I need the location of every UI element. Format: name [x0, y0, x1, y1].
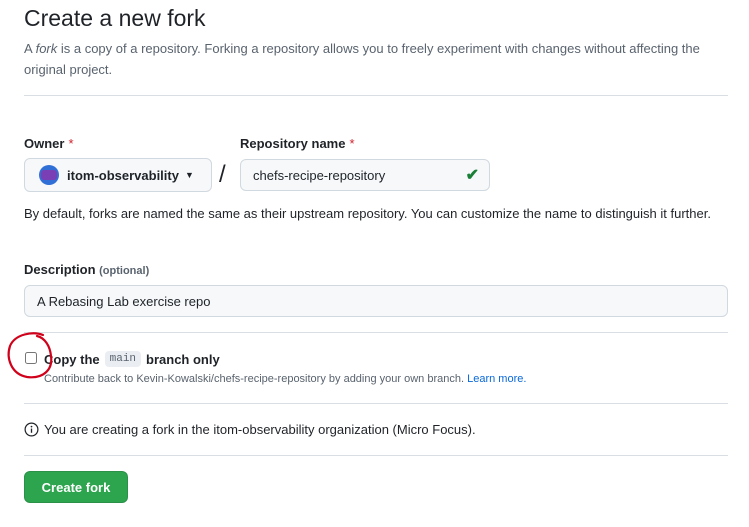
description-label: Description (optional): [24, 262, 149, 277]
avatar: [39, 165, 59, 185]
required-mark: *: [349, 136, 355, 151]
owner-repo-separator: /: [219, 161, 226, 188]
copy-branch-note-text: Contribute back to Kevin-Kowalski/chefs-…: [44, 373, 465, 385]
create-fork-button[interactable]: Create fork: [24, 471, 128, 503]
divider: [24, 403, 728, 404]
org-info: You are creating a fork in the itom-obse…: [24, 422, 476, 437]
repo-name-help: By default, forks are named the same as …: [24, 206, 711, 221]
copy-branch-label-after: branch only: [146, 351, 220, 367]
repo-name-input[interactable]: chefs-recipe-repository ✔: [240, 159, 490, 191]
required-mark: *: [68, 136, 74, 151]
chevron-down-icon: ▼: [184, 170, 194, 180]
description-input[interactable]: A Rebasing Lab exercise repo: [24, 285, 728, 317]
repo-name-label-text: Repository name: [240, 136, 346, 151]
subtitle-fork-word: fork: [35, 41, 58, 56]
optional-tag: (optional): [99, 265, 150, 277]
page-title: Create a new fork: [24, 5, 206, 31]
copy-main-branch-checkbox[interactable]: [25, 352, 37, 364]
owner-label: Owner *: [24, 136, 74, 151]
copy-branch-note: Contribute back to Kevin-Kowalski/chefs-…: [44, 373, 526, 385]
owner-label-text: Owner: [24, 136, 65, 151]
branch-name: main: [104, 351, 142, 367]
subtitle-prefix: A: [24, 41, 36, 56]
subtitle-rest: is a copy of a repository. Forking a rep…: [24, 41, 700, 77]
divider: [24, 95, 728, 96]
repo-name-label: Repository name *: [240, 136, 355, 151]
org-info-text: You are creating a fork in the itom-obse…: [44, 422, 476, 437]
copy-branch-label[interactable]: Copy the main branch only: [44, 351, 220, 367]
description-label-text: Description: [24, 262, 96, 277]
divider: [24, 455, 728, 456]
learn-more-link[interactable]: Learn more.: [467, 373, 526, 385]
copy-branch-label-before: Copy the: [44, 351, 100, 367]
check-icon: ✔: [465, 167, 479, 184]
page-subtitle: A fork is a copy of a repository. Forkin…: [24, 38, 714, 80]
repo-name-value: chefs-recipe-repository: [253, 167, 386, 183]
owner-selected: itom-observability: [67, 167, 179, 183]
info-icon: [24, 422, 39, 437]
divider: [24, 332, 728, 333]
owner-dropdown[interactable]: itom-observability ▼: [24, 158, 212, 192]
